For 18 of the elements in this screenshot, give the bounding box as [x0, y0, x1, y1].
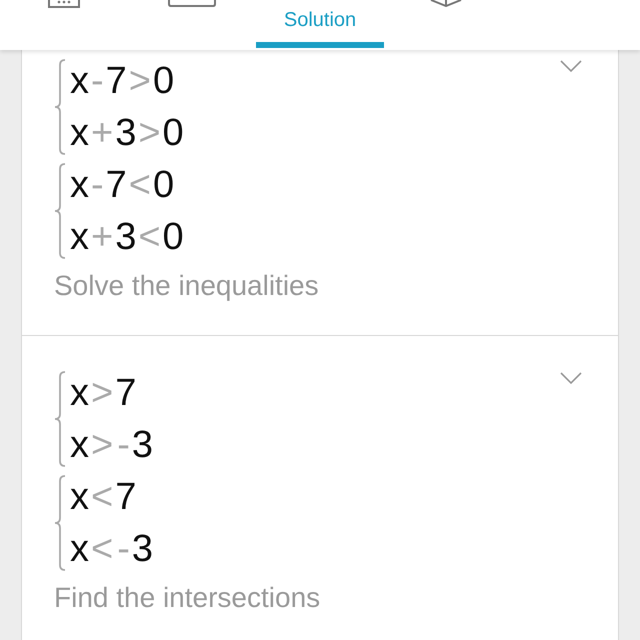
- brace-icon: [54, 163, 66, 259]
- step-caption: Solve the inequalities: [54, 269, 320, 303]
- chevron-down-icon[interactable]: [560, 60, 582, 72]
- inequality: x-7<0: [70, 163, 176, 208]
- inequality: x<7: [70, 475, 138, 520]
- inequality: x>7: [70, 371, 138, 416]
- brace-icon: [54, 371, 66, 467]
- inequality: x-7>0: [70, 59, 176, 104]
- chevron-down-icon[interactable]: [560, 372, 582, 384]
- inequality: x<-3: [70, 527, 153, 572]
- inequality: x+3<0: [70, 215, 184, 260]
- brace-icon: [54, 475, 66, 571]
- inequality: x>-3: [70, 423, 153, 468]
- card-icon[interactable]: [168, 0, 216, 7]
- inequality: x+3>0: [70, 111, 184, 156]
- brace-icon: [54, 59, 66, 155]
- calendar-icon[interactable]: [48, 0, 80, 8]
- step-caption: Find the intersections: [54, 581, 322, 615]
